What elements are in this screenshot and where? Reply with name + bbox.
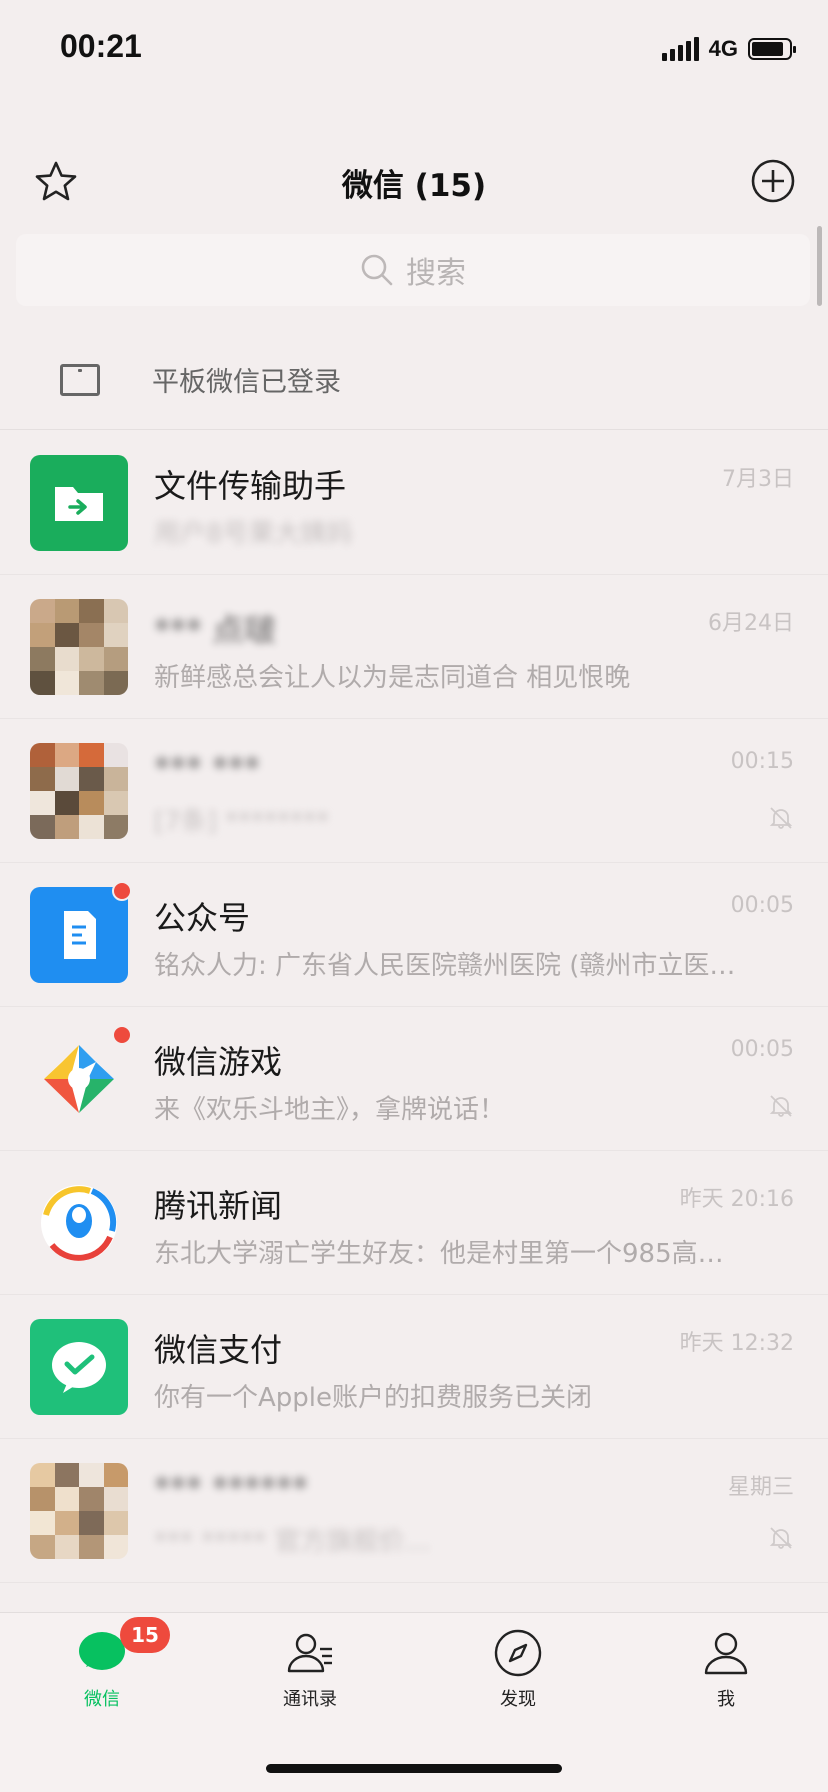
person-icon xyxy=(704,1632,748,1675)
tablet-login-text: 平板微信已登录 xyxy=(152,367,341,398)
chat-name: 公众号 xyxy=(154,899,251,937)
chat-item-official-accounts[interactable]: 公众号 铭众人力: 广东省人民医院赣州医院 (赣州市立医… 00:05 xyxy=(0,863,828,1007)
chat-item-group[interactable]: *** *** [7条] ******** 00:15 xyxy=(0,719,828,863)
page-title: 微信 (15) xyxy=(341,168,487,204)
scrollbar xyxy=(817,226,822,306)
chat-time: 星期三 xyxy=(727,1475,794,1500)
chat-preview: *** ***** 官方旗舰价… xyxy=(154,1527,431,1557)
chat-list: 文件传输助手 用户8号果大姨妈 7月3日 *** 点啵 新鲜感总会让人以为是志同… xyxy=(0,431,828,1583)
chat-name: 腾讯新闻 xyxy=(154,1187,283,1225)
official-accounts-icon xyxy=(30,887,128,983)
chat-time: 6月24日 xyxy=(708,611,794,636)
search-input[interactable]: 搜索 xyxy=(16,234,810,306)
plus-circle-icon[interactable] xyxy=(750,158,796,204)
chat-preview: 你有一个Apple账户的扣费服务已关闭 xyxy=(154,1383,593,1413)
chat-time: 昨天 20:16 xyxy=(679,1187,794,1212)
mute-bell-icon xyxy=(769,1095,793,1117)
network-type: 4G xyxy=(708,36,738,61)
tablet-icon xyxy=(60,363,100,396)
chat-item-contact[interactable]: *** 点啵 新鲜感总会让人以为是志同道合 相见恨晚 6月24日 xyxy=(0,575,828,719)
tab-label: 通讯录 xyxy=(283,1689,337,1710)
chat-time: 00:05 xyxy=(730,1037,794,1062)
tab-chats[interactable]: 微信 15 xyxy=(42,1617,170,1711)
unread-dot xyxy=(112,1025,132,1045)
unread-dot xyxy=(112,881,132,901)
wechat-chats-screen: 00:21 4G 微信 (15) 搜索 平板微信已登录 文件传输助手 用户8号果… xyxy=(0,0,828,1792)
chat-time: 昨天 12:32 xyxy=(679,1331,794,1356)
mute-bell-icon xyxy=(769,1527,793,1549)
tab-contacts[interactable]: 通讯录 xyxy=(250,1627,370,1711)
tab-label: 发现 xyxy=(500,1689,536,1710)
tencent-news-icon xyxy=(30,1175,128,1271)
search-placeholder: 搜索 xyxy=(406,256,466,291)
wechat-pay-icon xyxy=(30,1319,128,1415)
tab-discover[interactable]: 发现 xyxy=(458,1627,578,1711)
chat-item-group[interactable]: *** ****** *** ***** 官方旗舰价… 星期三 xyxy=(0,1439,828,1583)
tab-label: 我 xyxy=(717,1689,735,1710)
chat-name: *** *** xyxy=(154,749,261,787)
battery-icon xyxy=(748,38,796,60)
contacts-icon xyxy=(287,1633,332,1673)
chat-preview: 铭众人力: 广东省人民医院赣州医院 (赣州市立医… xyxy=(154,951,736,981)
status-indicators: 4G xyxy=(661,36,796,62)
chat-preview: [7条] ******** xyxy=(154,807,330,837)
tablet-login-banner[interactable]: 平板微信已登录 xyxy=(0,330,828,430)
battery-level xyxy=(752,42,783,56)
chat-preview: 东北大学溺亡学生好友：他是村里第一个985高… xyxy=(154,1239,724,1269)
chat-name: *** 点啵 xyxy=(154,611,277,649)
signal-icon xyxy=(661,37,699,61)
chat-name: 文件传输助手 xyxy=(154,467,347,505)
unread-count-badge: 15 xyxy=(120,1617,170,1653)
status-bar: 00:21 4G xyxy=(0,0,828,100)
chat-preview: 新鲜感总会让人以为是志同道合 相见恨晚 xyxy=(154,663,631,693)
chat-time: 00:15 xyxy=(730,749,794,774)
chat-item-tencent-news[interactable]: 腾讯新闻 东北大学溺亡学生好友：他是村里第一个985高… 昨天 20:16 xyxy=(0,1151,828,1295)
chat-item-wechat-pay[interactable]: 微信支付 你有一个Apple账户的扣费服务已关闭 昨天 12:32 xyxy=(0,1295,828,1439)
chat-name: 微信支付 xyxy=(154,1331,283,1369)
photo-avatar xyxy=(30,599,128,695)
chat-name: *** ****** xyxy=(154,1469,309,1507)
chat-preview: 来《欢乐斗地主》，拿牌说话！ xyxy=(154,1095,506,1125)
chat-preview: 用户8号果大姨妈 xyxy=(154,519,353,549)
nav-header: 微信 (15) xyxy=(0,150,828,212)
wechat-games-icon xyxy=(30,1031,128,1127)
mute-bell-icon xyxy=(769,807,793,829)
home-indicator[interactable] xyxy=(266,1764,562,1773)
group-avatar xyxy=(30,1463,128,1559)
chat-item-wechat-games[interactable]: 微信游戏 来《欢乐斗地主》，拿牌说话！ 00:05 xyxy=(0,1007,828,1151)
chat-time: 00:05 xyxy=(730,893,794,918)
chat-item-file-transfer[interactable]: 文件传输助手 用户8号果大姨妈 7月3日 xyxy=(0,431,828,575)
tab-label: 微信 xyxy=(84,1689,120,1710)
file-transfer-icon xyxy=(30,455,128,551)
compass-icon xyxy=(494,1629,542,1677)
tab-me[interactable]: 我 xyxy=(666,1627,786,1711)
chat-time: 7月3日 xyxy=(722,467,794,492)
group-avatar xyxy=(30,743,128,839)
status-time: 00:21 xyxy=(60,28,142,64)
search-icon xyxy=(361,254,393,286)
chat-name: 微信游戏 xyxy=(154,1043,283,1081)
